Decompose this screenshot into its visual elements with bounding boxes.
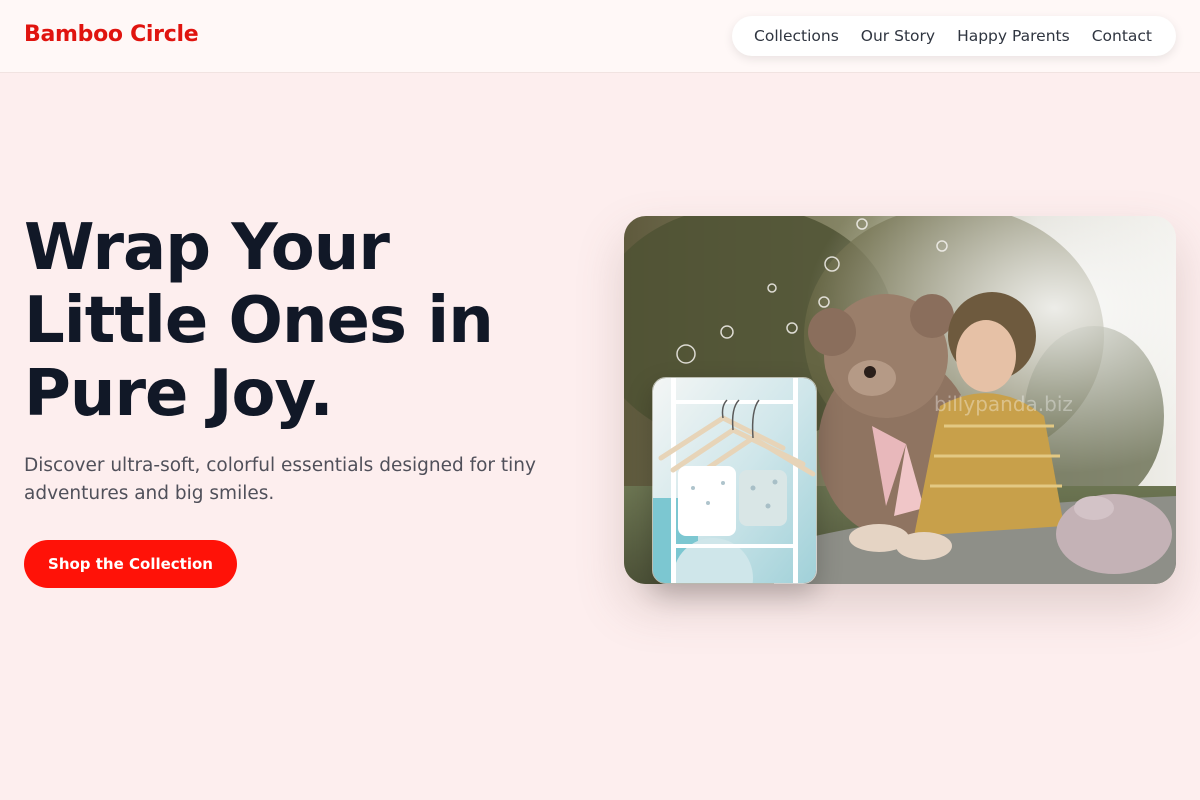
- nav-item-collections[interactable]: Collections: [754, 27, 839, 45]
- inset-photo-baby-clothes: [652, 377, 817, 584]
- hero-subtext: Discover ultra-soft, colorful essentials…: [24, 455, 536, 504]
- hero-headline-line: Little Ones in: [24, 284, 494, 358]
- hero-headline-line: Pure Joy.: [24, 357, 334, 431]
- main-nav: Collections Our Story Happy Parents Cont…: [732, 16, 1176, 56]
- nav-item-our-story[interactable]: Our Story: [861, 27, 935, 45]
- watermark-text: billypanda.biz: [934, 392, 1073, 416]
- site-header: Bamboo Circle Collections Our Story Happ…: [0, 0, 1200, 73]
- nav-item-happy-parents[interactable]: Happy Parents: [957, 27, 1070, 45]
- nav-item-contact[interactable]: Contact: [1092, 27, 1152, 45]
- hero-headline: Wrap Your Little Ones in Pure Joy.: [24, 212, 584, 431]
- hero-headline-line: Wrap Your: [24, 211, 390, 285]
- brand-logo[interactable]: Bamboo Circle: [24, 22, 199, 47]
- shop-collection-button[interactable]: Shop the Collection: [24, 540, 237, 588]
